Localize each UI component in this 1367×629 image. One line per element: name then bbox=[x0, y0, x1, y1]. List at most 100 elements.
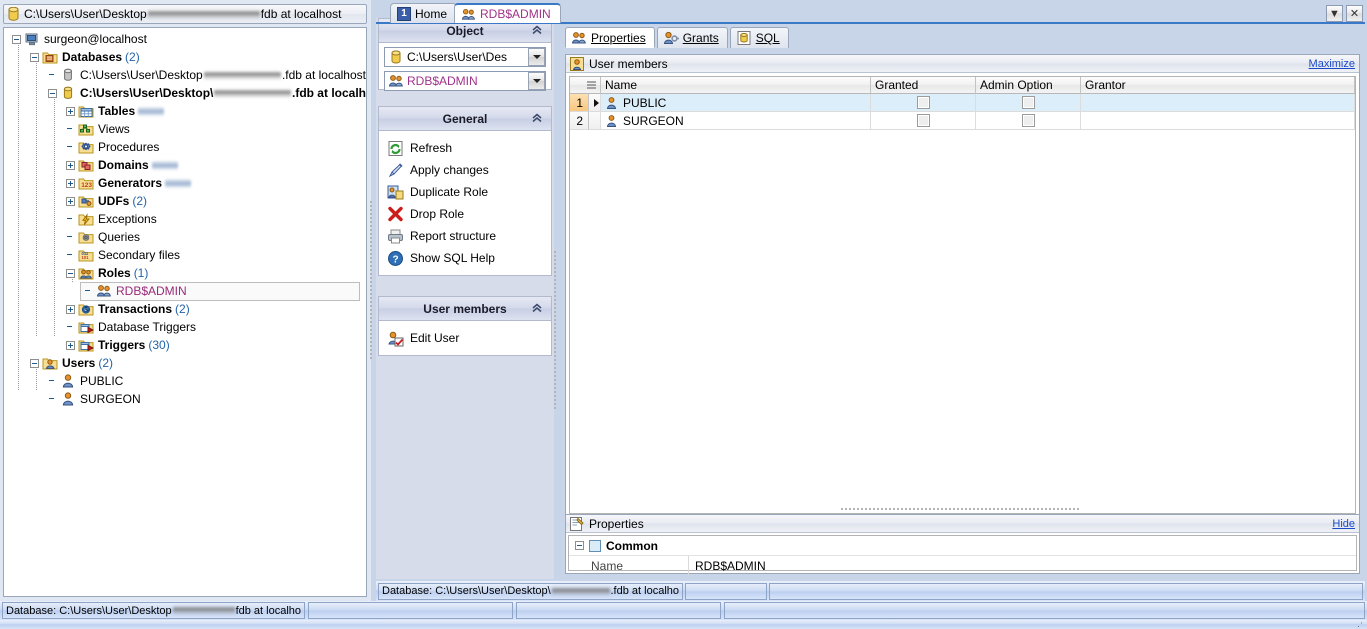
report-structure-action[interactable]: Report structure bbox=[387, 225, 543, 247]
grid-column-admin-option[interactable]: Admin Option bbox=[976, 77, 1081, 94]
chevron-up-double-icon[interactable] bbox=[531, 302, 543, 316]
tree-item[interactable]: Transactions (2) bbox=[4, 300, 366, 318]
drop-role-label: Drop Role bbox=[410, 207, 465, 221]
grid-menu-icon bbox=[587, 81, 596, 88]
expand-icon[interactable] bbox=[66, 106, 75, 116]
tree-item[interactable]: surgeon@localhost bbox=[4, 30, 366, 48]
tree-item[interactable]: C:\Users\User\Desktop .fdb at localhost bbox=[4, 66, 366, 84]
granted-checkbox[interactable] bbox=[916, 96, 930, 109]
table-row[interactable]: 2 SURGEON bbox=[570, 112, 1355, 130]
property-value[interactable]: RDB$ADMIN bbox=[689, 559, 1356, 573]
chevron-down-icon[interactable] bbox=[528, 48, 545, 66]
database-combo[interactable]: C:\Users\User\Des bbox=[384, 47, 546, 67]
grid-column-grantor[interactable]: Grantor bbox=[1081, 77, 1355, 94]
cell-granted[interactable] bbox=[871, 94, 976, 112]
general-section-title: General bbox=[442, 111, 488, 126]
tree-item[interactable]: Databases (2) bbox=[4, 48, 366, 66]
table-row[interactable]: 1 PUBLIC bbox=[570, 94, 1355, 112]
tree-leaf-spacer bbox=[66, 125, 75, 134]
database-title-bar[interactable]: C:\Users\User\Desktop fdb at localhost bbox=[3, 4, 367, 24]
maximize-link[interactable]: Maximize bbox=[1309, 58, 1355, 70]
expand-icon[interactable] bbox=[66, 178, 75, 188]
grid-row-indicator-header[interactable] bbox=[570, 77, 601, 94]
properties-tree[interactable]: Common Name RDB$ADMIN bbox=[568, 535, 1357, 575]
tree-item[interactable]: PUBLIC bbox=[4, 372, 366, 390]
grid-column-name[interactable]: Name bbox=[601, 77, 871, 94]
refresh-action[interactable]: Refresh bbox=[387, 137, 543, 159]
cell-name[interactable]: PUBLIC bbox=[601, 94, 871, 112]
object-tree-panel[interactable]: surgeon@localhost Databases (2) C:\Users\Us… bbox=[3, 27, 367, 597]
user-members-grid[interactable]: Name Granted Admin Option Grantor 1 PUBL… bbox=[569, 76, 1356, 514]
expand-icon[interactable] bbox=[66, 340, 75, 350]
role-combo-value: RDB$ADMIN bbox=[407, 74, 478, 88]
cell-name[interactable]: SURGEON bbox=[601, 112, 871, 130]
tab-properties[interactable]: Properties bbox=[565, 27, 655, 48]
resize-grip-icon[interactable]: ⋰ bbox=[1354, 621, 1363, 629]
collapse-icon[interactable] bbox=[12, 34, 21, 44]
tree-item[interactable]: Exceptions bbox=[4, 210, 366, 228]
tree-item[interactable]: Views bbox=[4, 120, 366, 138]
tree-item[interactable]: 011 101 Secondary files bbox=[4, 246, 366, 264]
tree-item-selected[interactable]: RDB$ADMIN bbox=[4, 282, 366, 301]
tree-item-label: Views bbox=[98, 122, 130, 136]
hide-link[interactable]: Hide bbox=[1332, 518, 1355, 530]
user-icon bbox=[606, 115, 617, 127]
apply-changes-action[interactable]: Apply changes bbox=[387, 159, 543, 181]
tab-rdb-admin[interactable]: RDB$ADMIN bbox=[454, 3, 561, 23]
left-splitter[interactable] bbox=[369, 200, 374, 360]
tree-item[interactable]: Queries bbox=[4, 228, 366, 246]
properties-row[interactable]: Name RDB$ADMIN bbox=[569, 556, 1356, 575]
collapse-icon[interactable] bbox=[575, 541, 584, 550]
cell-grantor[interactable] bbox=[1081, 94, 1355, 112]
drop-role-action[interactable]: Drop Role bbox=[387, 203, 543, 225]
chevron-up-double-icon[interactable] bbox=[531, 112, 543, 126]
right-splitter[interactable] bbox=[553, 250, 558, 410]
admin-option-checkbox[interactable] bbox=[1021, 114, 1035, 127]
chevron-down-icon[interactable] bbox=[528, 72, 545, 90]
cell-admin-option[interactable] bbox=[976, 112, 1081, 130]
expand-icon[interactable] bbox=[66, 196, 75, 206]
collapse-icon[interactable] bbox=[30, 358, 39, 368]
tree-item[interactable]: Domains bbox=[4, 156, 366, 174]
tab-sql-label: SQL bbox=[755, 31, 780, 45]
tree-item[interactable]: Database Triggers bbox=[4, 318, 366, 336]
tree-item[interactable]: C:\Users\User\Desktop\ .fdb at localh bbox=[4, 84, 366, 102]
tree-item[interactable]: UDFs (2) bbox=[4, 192, 366, 210]
tree-item[interactable]: Tables bbox=[4, 102, 366, 120]
user-members-section-header[interactable]: User members bbox=[378, 296, 552, 320]
cell-grantor[interactable] bbox=[1081, 112, 1355, 130]
tree-item[interactable]: Triggers (30) bbox=[4, 336, 366, 354]
expand-icon[interactable] bbox=[66, 160, 75, 170]
show-sql-help-action[interactable]: ? Show SQL Help bbox=[387, 247, 543, 269]
properties-group-row[interactable]: Common bbox=[569, 536, 1356, 556]
general-section-header[interactable]: General bbox=[378, 106, 552, 130]
expand-icon[interactable] bbox=[66, 304, 75, 314]
edit-user-action[interactable]: Edit User bbox=[387, 327, 543, 349]
collapse-icon[interactable] bbox=[30, 52, 39, 62]
tab-home[interactable]: 1 Home bbox=[390, 3, 458, 23]
collapse-icon[interactable] bbox=[48, 88, 57, 98]
grid-column-granted[interactable]: Granted bbox=[871, 77, 976, 94]
horizontal-splitter[interactable] bbox=[840, 507, 1080, 512]
window-dropdown-button[interactable]: ▼ bbox=[1326, 5, 1343, 22]
chevron-up-double-icon[interactable] bbox=[531, 24, 543, 38]
firebird-admin-window: ▼ ✕ C:\Users\User\Desktop fdb at localhos… bbox=[0, 0, 1367, 629]
user-icon bbox=[62, 392, 74, 406]
tree-item[interactable]: SURGEON bbox=[4, 390, 366, 408]
collapse-icon[interactable] bbox=[66, 268, 75, 278]
duplicate-role-action[interactable]: Duplicate Role bbox=[387, 181, 543, 203]
cell-granted[interactable] bbox=[871, 112, 976, 130]
role-combo[interactable]: RDB$ADMIN bbox=[384, 71, 546, 91]
tab-grants[interactable]: Grants bbox=[656, 27, 728, 48]
child-count: (1) bbox=[133, 266, 149, 280]
admin-option-checkbox[interactable] bbox=[1021, 96, 1035, 109]
window-close-button[interactable]: ✕ bbox=[1346, 5, 1363, 22]
tree-item[interactable]: Procedures bbox=[4, 138, 366, 156]
tree-item[interactable]: Users (2) bbox=[4, 354, 366, 372]
tab-sql[interactable]: SQL bbox=[729, 27, 789, 48]
cell-admin-option[interactable] bbox=[976, 94, 1081, 112]
tree-item-label: surgeon@localhost bbox=[44, 32, 147, 46]
tree-item[interactable]: 123 Generators bbox=[4, 174, 366, 192]
tree-item[interactable]: Roles (1) bbox=[4, 264, 366, 282]
granted-checkbox[interactable] bbox=[916, 114, 930, 127]
